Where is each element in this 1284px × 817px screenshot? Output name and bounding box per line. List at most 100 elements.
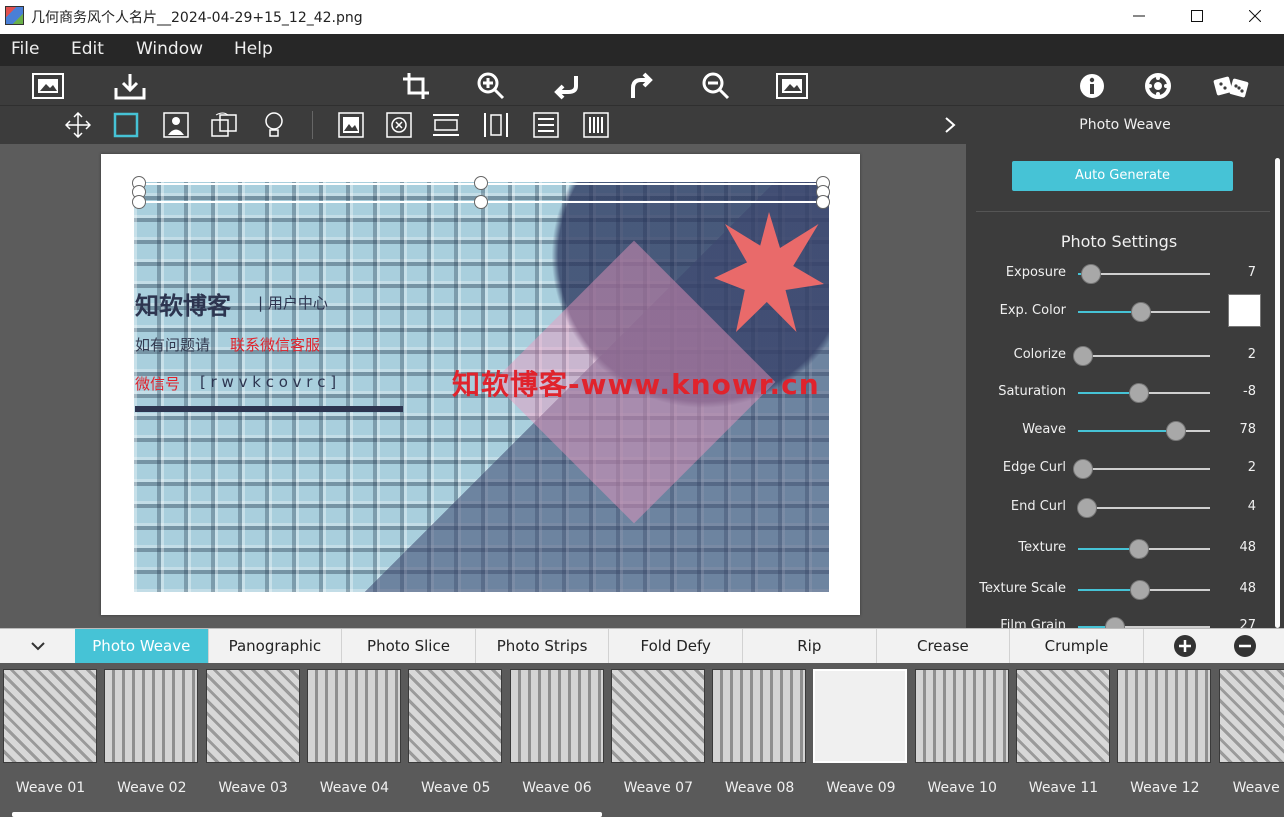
resize-handle[interactable] xyxy=(474,176,488,190)
preset-thumbnail[interactable] xyxy=(1117,669,1212,763)
slider-knob[interactable] xyxy=(1081,264,1102,284)
tab-photo-strips[interactable]: Photo Strips xyxy=(476,629,610,663)
slider-track[interactable] xyxy=(1077,498,1210,518)
undo-icon[interactable] xyxy=(550,70,582,102)
tab-photo-weave[interactable]: Photo Weave xyxy=(75,629,209,663)
slider-row-saturation: Saturation -8 xyxy=(966,381,1284,405)
bulb-icon[interactable] xyxy=(260,110,288,140)
slider-track[interactable] xyxy=(1078,383,1210,403)
card-line2b: 联系微信客服 xyxy=(230,336,321,354)
slider-row-end-curl: End Curl 4 xyxy=(966,496,1284,520)
slider-fill xyxy=(1078,430,1176,432)
menu-file[interactable]: File xyxy=(11,39,39,59)
move-icon[interactable] xyxy=(64,110,92,140)
split-vertical-icon[interactable] xyxy=(481,110,511,140)
menu-help[interactable]: Help xyxy=(234,39,273,59)
preset-thumbnail[interactable] xyxy=(914,669,1009,763)
preset-thumbnail[interactable] xyxy=(1016,669,1110,763)
slider-value: -8 xyxy=(1243,384,1256,399)
slider-track[interactable] xyxy=(1073,459,1210,479)
menu-edit[interactable]: Edit xyxy=(71,39,104,59)
split-horizontal-icon[interactable] xyxy=(431,110,461,140)
tab-crease[interactable]: Crease xyxy=(877,629,1011,663)
slider-knob[interactable] xyxy=(1165,421,1186,441)
slider-knob[interactable] xyxy=(1131,302,1152,322)
slider-label: Edge Curl xyxy=(1002,460,1066,475)
chevron-right-icon[interactable] xyxy=(940,114,960,136)
crop-icon[interactable] xyxy=(400,70,432,102)
slider-track[interactable] xyxy=(1078,580,1210,600)
select-rect-icon[interactable] xyxy=(112,110,140,140)
collapse-toggle[interactable] xyxy=(0,629,75,663)
close-button[interactable] xyxy=(1226,0,1284,32)
tab-panographic[interactable]: Panographic xyxy=(209,629,343,663)
tab-photo-slice[interactable]: Photo Slice xyxy=(342,629,476,663)
preset-label: Weave 04 xyxy=(319,780,390,796)
slider-track[interactable] xyxy=(1078,264,1210,284)
watermark-text: 知软博客-www.knowr.cn xyxy=(452,368,820,401)
slider-label: Weave xyxy=(1022,422,1066,437)
slider-knob[interactable] xyxy=(1073,459,1094,479)
preset-thumbnail[interactable] xyxy=(509,669,604,763)
preset-thumbnail[interactable] xyxy=(813,669,908,763)
slider-track[interactable] xyxy=(1078,302,1210,322)
resize-handle[interactable] xyxy=(816,195,830,209)
menu-window[interactable]: Window xyxy=(136,39,203,59)
image-icon[interactable] xyxy=(337,110,365,140)
preset-thumbnail[interactable] xyxy=(306,669,401,763)
card-subtitle: | 用户中心 xyxy=(258,294,328,312)
fit-image-icon[interactable] xyxy=(775,70,809,102)
rows-icon[interactable] xyxy=(531,110,561,140)
card-line3a: 微信号 xyxy=(135,375,181,393)
panel-scrollbar[interactable] xyxy=(1275,158,1280,628)
resize-handle[interactable] xyxy=(132,195,146,209)
plus-icon xyxy=(1174,635,1196,657)
preset-thumbnail[interactable] xyxy=(408,669,503,763)
resize-handle[interactable] xyxy=(474,195,488,209)
slider-row-edge-curl: Edge Curl 2 xyxy=(966,457,1284,481)
slider-knob[interactable] xyxy=(1077,498,1098,518)
remove-effect-button[interactable] xyxy=(1228,629,1262,663)
slider-knob[interactable] xyxy=(1073,346,1094,366)
preset-thumbnail[interactable] xyxy=(1218,669,1284,763)
open-image-icon[interactable] xyxy=(31,70,65,102)
add-effect-button[interactable] xyxy=(1168,629,1202,663)
slider-value: 48 xyxy=(1239,540,1256,555)
minimize-button[interactable] xyxy=(1110,0,1168,32)
horizontal-scrollbar[interactable] xyxy=(12,812,602,817)
tab-crumple[interactable]: Crumple xyxy=(1010,629,1144,663)
slider-value: 48 xyxy=(1239,581,1256,596)
settings-icon[interactable] xyxy=(1142,70,1174,102)
zoom-in-icon[interactable] xyxy=(475,70,507,102)
zoom-out-icon[interactable] xyxy=(700,70,732,102)
columns-icon[interactable] xyxy=(581,110,611,140)
slider-track[interactable] xyxy=(1078,539,1210,559)
card-line2a: 如有问题请 xyxy=(135,336,211,354)
redo-icon[interactable] xyxy=(625,70,657,102)
remove-icon[interactable] xyxy=(385,110,413,140)
card-line3b: [ r w v k c o v r c ] xyxy=(200,373,337,391)
red-burst-shape xyxy=(714,212,824,332)
slider-knob[interactable] xyxy=(1128,539,1149,559)
preset-thumbnail[interactable] xyxy=(104,669,199,763)
portrait-icon[interactable] xyxy=(162,110,190,140)
slider-track[interactable] xyxy=(1073,346,1210,366)
preset-label: Weave 03 xyxy=(218,780,288,796)
exp-color-swatch[interactable] xyxy=(1228,294,1261,327)
random-dice-icon[interactable] xyxy=(1212,70,1252,102)
preset-thumbnail[interactable] xyxy=(712,669,807,763)
slider-knob[interactable] xyxy=(1128,383,1149,403)
info-icon[interactable] xyxy=(1076,70,1108,102)
auto-generate-button[interactable]: Auto Generate xyxy=(1012,161,1233,191)
tab-rip[interactable]: Rip xyxy=(743,629,877,663)
maximize-button[interactable] xyxy=(1168,0,1226,32)
slider-track[interactable] xyxy=(1078,421,1210,441)
slider-knob[interactable] xyxy=(1130,580,1151,600)
slider-label: Exposure xyxy=(1005,265,1066,280)
preset-thumbnail[interactable] xyxy=(3,669,97,763)
rotate-icon[interactable] xyxy=(210,110,240,140)
tab-fold-defy[interactable]: Fold Defy xyxy=(609,629,743,663)
preset-thumbnail[interactable] xyxy=(610,669,705,763)
save-icon[interactable] xyxy=(113,70,147,102)
preset-thumbnail[interactable] xyxy=(205,669,300,763)
